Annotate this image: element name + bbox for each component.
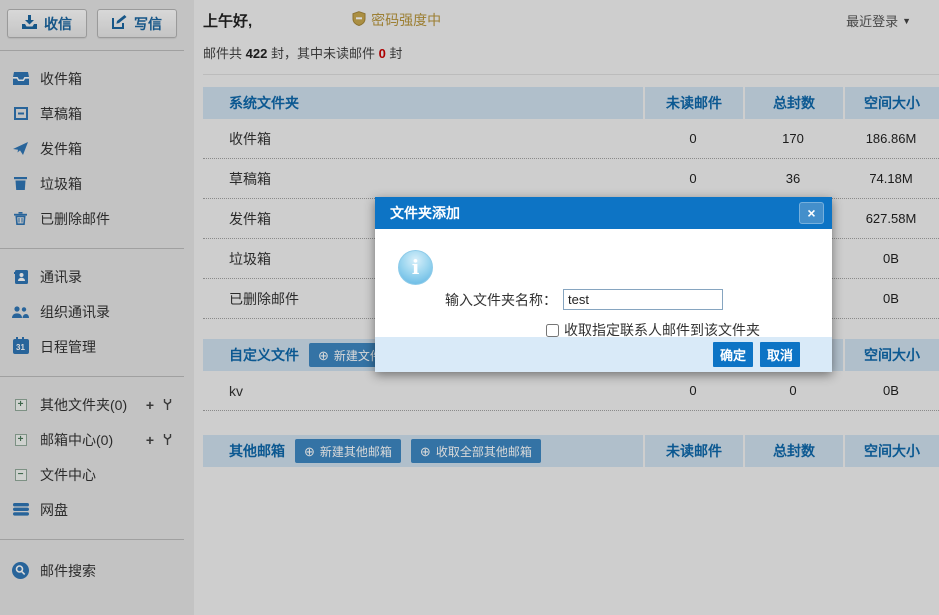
info-icon: i <box>398 250 433 285</box>
dialog-footer: 确定 取消 <box>375 337 832 372</box>
fetch-contacts-checkbox[interactable] <box>546 324 559 337</box>
close-icon[interactable]: × <box>799 202 824 224</box>
add-folder-dialog: 文件夹添加 × i 输入文件夹名称： 收取指定联系人邮件到该文件夹 确定 取消 <box>375 197 832 372</box>
ok-button[interactable]: 确定 <box>713 342 753 367</box>
webmail-app: 收信 写信 收件箱 草稿箱 <box>0 0 939 615</box>
dialog-title: 文件夹添加 <box>390 205 460 221</box>
folder-name-label: 输入文件夹名称： <box>445 290 557 310</box>
folder-name-input[interactable] <box>563 289 723 310</box>
dialog-titlebar: 文件夹添加 × <box>375 197 832 229</box>
dialog-body: i 输入文件夹名称： 收取指定联系人邮件到该文件夹 <box>375 229 832 337</box>
folder-name-field-row: 输入文件夹名称： <box>445 289 723 310</box>
cancel-button[interactable]: 取消 <box>760 342 800 367</box>
